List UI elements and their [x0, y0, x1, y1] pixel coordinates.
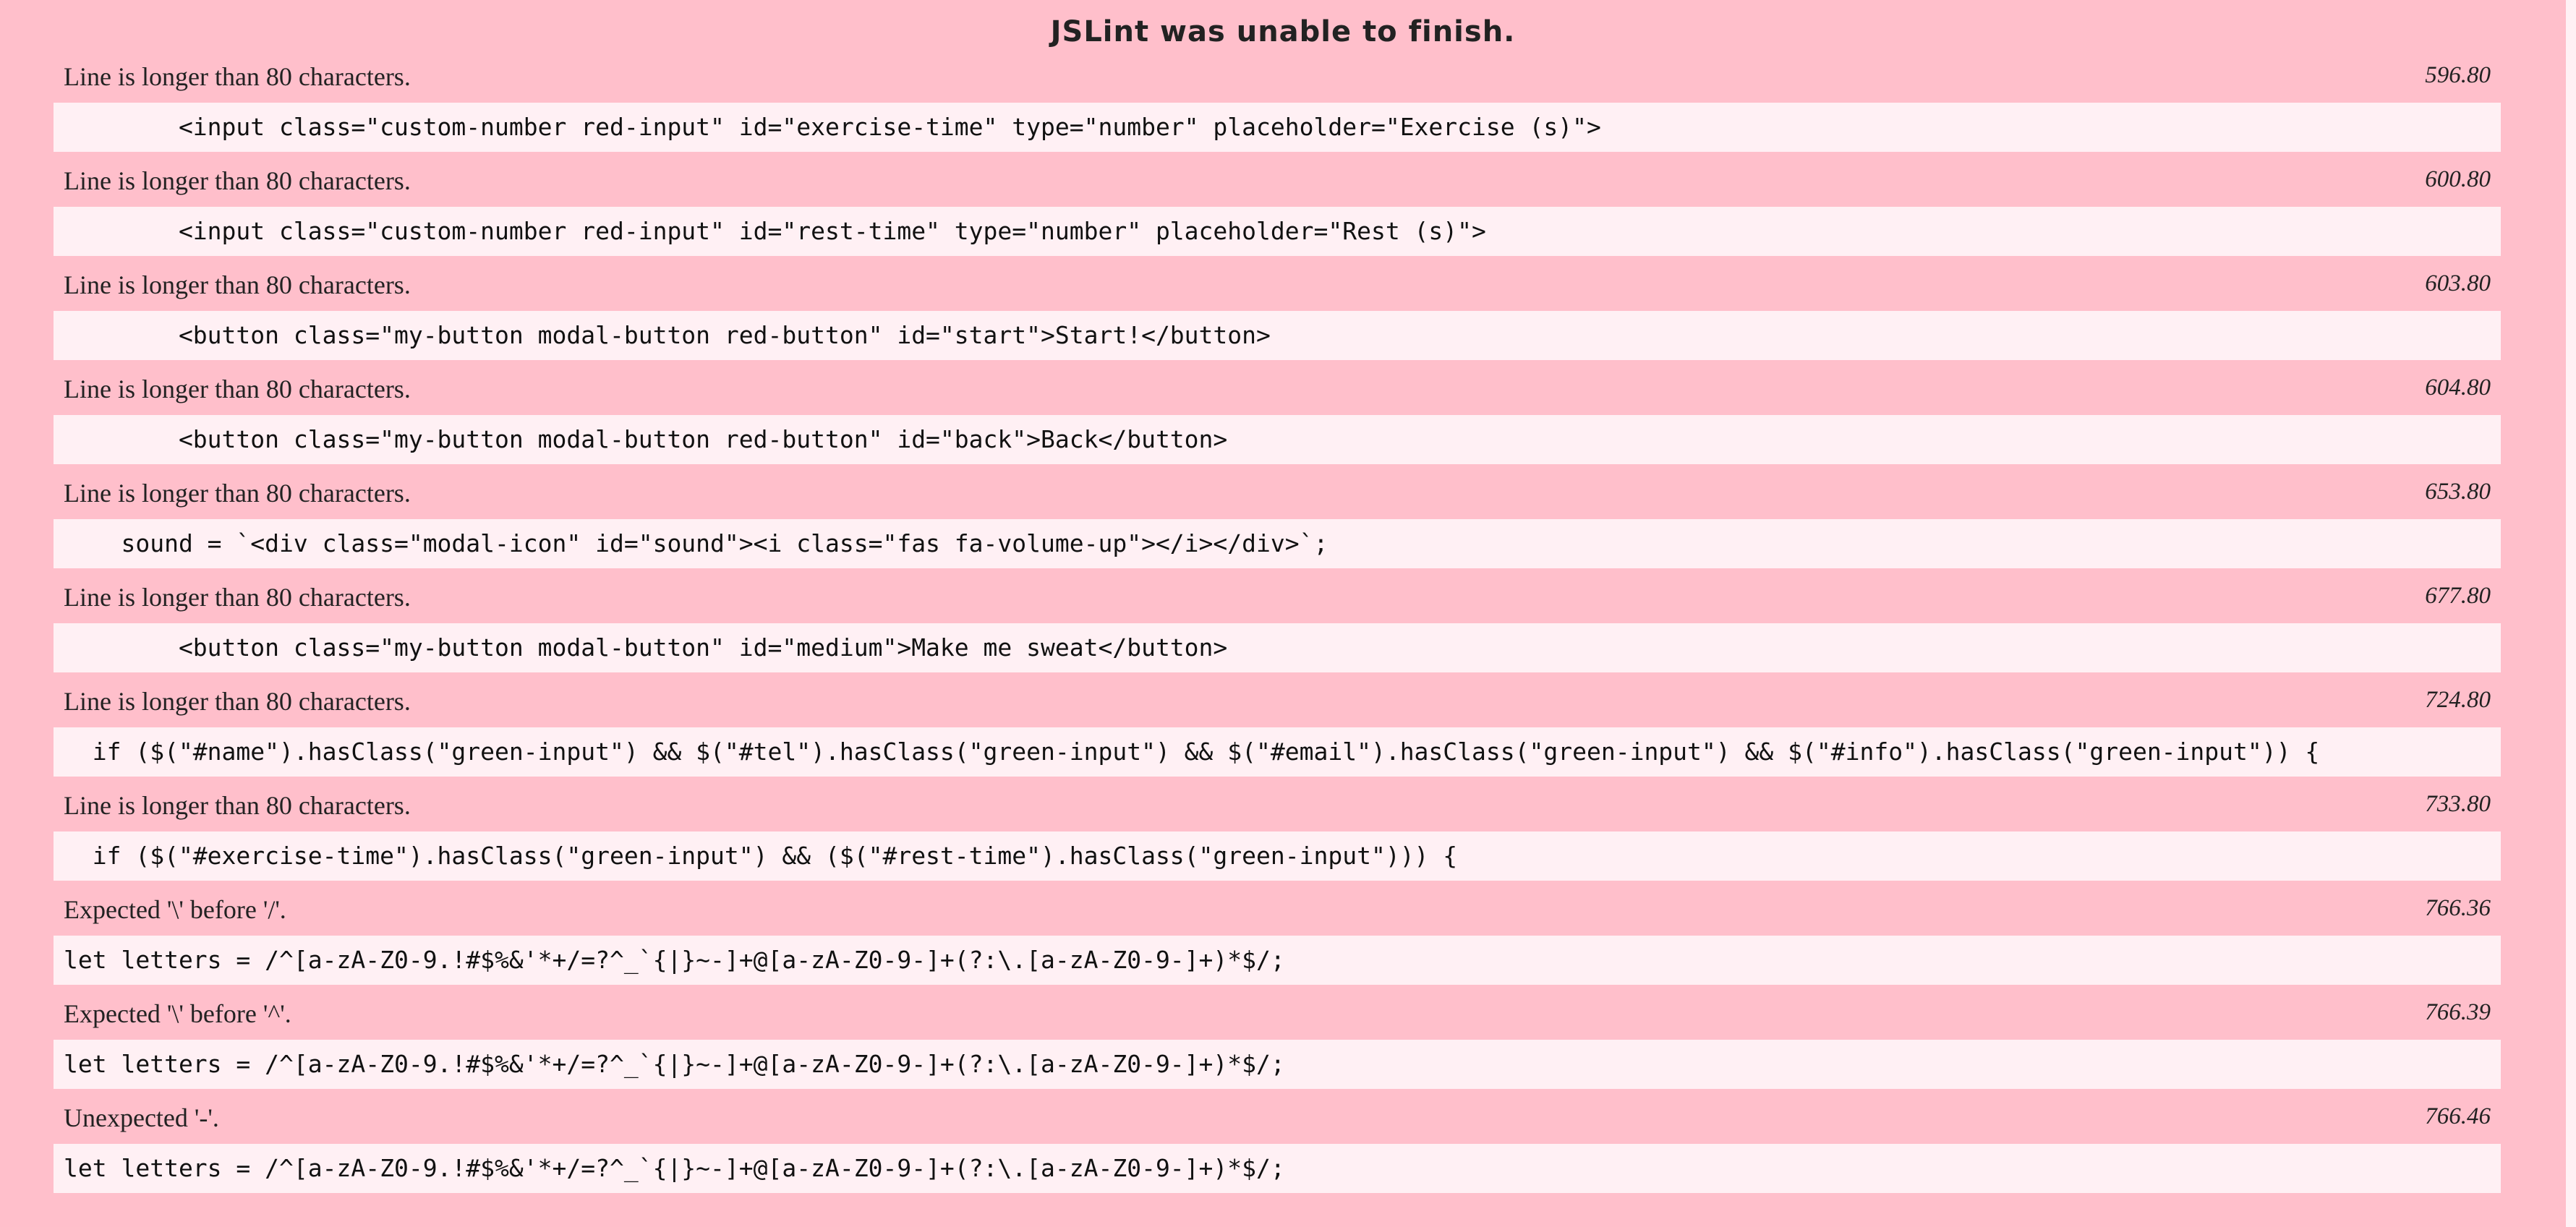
warning-code-text: if ($("#name").hasClass("green-input") &… — [64, 738, 2320, 766]
warning-code-text: <button class="my-button modal-button re… — [64, 321, 1271, 349]
warning-item: Line is longer than 80 characters. 724.8… — [54, 678, 2501, 782]
warning-code-text: <input class="custom-number red-input" i… — [64, 113, 1601, 141]
warning-item: Line is longer than 80 characters. 733.8… — [54, 782, 2501, 886]
warning-location: 604.80 — [2425, 375, 2491, 401]
warning-message: Line is longer than 80 characters. — [64, 62, 411, 91]
warning-header: Line is longer than 80 characters. 603.8… — [54, 262, 2501, 311]
warning-item: Line is longer than 80 characters. 596.8… — [54, 54, 2501, 158]
warning-header: Line is longer than 80 characters. 596.8… — [54, 54, 2501, 103]
warning-header: Expected '\' before '^'. 766.39 — [54, 991, 2501, 1040]
warning-header: Line is longer than 80 characters. 600.8… — [54, 158, 2501, 207]
warning-message: Expected '\' before '/'. — [64, 895, 286, 924]
warning-message: Line is longer than 80 characters. — [64, 791, 411, 820]
warning-code: <button class="my-button modal-button re… — [54, 415, 2501, 464]
warning-location: 766.39 — [2425, 999, 2491, 1025]
warning-code: sound = `<div class="modal-icon" id="sou… — [54, 519, 2501, 568]
warning-item: Line is longer than 80 characters. 603.8… — [54, 262, 2501, 366]
warning-code-text: let letters = /^[a-zA-Z0-9.!#$%&'*+/=?^_… — [64, 1050, 1285, 1078]
warning-item: Line is longer than 80 characters. 604.8… — [54, 366, 2501, 470]
warning-location: 766.36 — [2425, 895, 2491, 921]
report-title: JSLint was unable to finish. — [1050, 15, 1516, 48]
warning-message: Unexpected '-'. — [64, 1103, 219, 1132]
warning-code-text: if ($("#exercise-time").hasClass("green-… — [64, 842, 1458, 870]
warning-code: let letters = /^[a-zA-Z0-9.!#$%&'*+/=?^_… — [54, 1144, 2501, 1193]
warning-code: <input class="custom-number red-input" i… — [54, 103, 2501, 152]
warning-list: Line is longer than 80 characters. 596.8… — [54, 54, 2501, 1199]
warning-item: Line is longer than 80 characters. 600.8… — [54, 158, 2501, 262]
warning-location: 603.80 — [2425, 270, 2491, 296]
warning-item: Line is longer than 80 characters. 677.8… — [54, 574, 2501, 678]
warning-code-text: let letters = /^[a-zA-Z0-9.!#$%&'*+/=?^_… — [64, 1154, 1285, 1182]
warning-location: 724.80 — [2425, 687, 2491, 713]
warning-code-text: <button class="my-button modal-button" i… — [64, 633, 1228, 662]
warning-code-text: <button class="my-button modal-button re… — [64, 425, 1228, 453]
warning-header: Line is longer than 80 characters. 724.8… — [54, 678, 2501, 727]
warning-location: 600.80 — [2425, 166, 2491, 192]
warning-code: <input class="custom-number red-input" i… — [54, 207, 2501, 256]
warning-code: let letters = /^[a-zA-Z0-9.!#$%&'*+/=?^_… — [54, 936, 2501, 985]
warning-code: <button class="my-button modal-button re… — [54, 311, 2501, 360]
warning-code: if ($("#name").hasClass("green-input") &… — [54, 727, 2501, 777]
warning-location: 733.80 — [2425, 791, 2491, 817]
warning-item: Line is longer than 80 characters. 653.8… — [54, 470, 2501, 574]
warning-header: Line is longer than 80 characters. 677.8… — [54, 574, 2501, 623]
warning-code-text: <input class="custom-number red-input" i… — [64, 217, 1486, 245]
warning-message: Expected '\' before '^'. — [64, 999, 291, 1028]
warning-message: Line is longer than 80 characters. — [64, 166, 411, 195]
warning-message: Line is longer than 80 characters. — [64, 270, 411, 299]
warning-header: Line is longer than 80 characters. 604.8… — [54, 366, 2501, 415]
warning-code-text: let letters = /^[a-zA-Z0-9.!#$%&'*+/=?^_… — [64, 946, 1285, 974]
warning-item: Unexpected '-'. 766.46 let letters = /^[… — [54, 1095, 2501, 1199]
jslint-report-panel: JSLint was unable to finish. Line is lon… — [0, 0, 2566, 1227]
warning-message: Line is longer than 80 characters. — [64, 479, 411, 508]
warning-header: Unexpected '-'. 766.46 — [54, 1095, 2501, 1144]
warning-item: Expected '\' before '/'. 766.36 let lett… — [54, 886, 2501, 991]
warning-message: Line is longer than 80 characters. — [64, 375, 411, 403]
warning-location: 766.46 — [2425, 1103, 2491, 1129]
warning-code: if ($("#exercise-time").hasClass("green-… — [54, 831, 2501, 881]
warning-header: Expected '\' before '/'. 766.36 — [54, 886, 2501, 936]
warning-location: 596.80 — [2425, 62, 2491, 88]
warning-location: 653.80 — [2425, 479, 2491, 505]
window-edge — [2566, 0, 2576, 1227]
warning-location: 677.80 — [2425, 583, 2491, 609]
warning-item: Expected '\' before '^'. 766.39 let lett… — [54, 991, 2501, 1095]
warning-message: Line is longer than 80 characters. — [64, 687, 411, 716]
warning-message: Line is longer than 80 characters. — [64, 583, 411, 612]
warning-header: Line is longer than 80 characters. 653.8… — [54, 470, 2501, 519]
warning-code-text: sound = `<div class="modal-icon" id="sou… — [64, 529, 1328, 557]
warning-code: <button class="my-button modal-button" i… — [54, 623, 2501, 672]
warning-header: Line is longer than 80 characters. 733.8… — [54, 782, 2501, 831]
warning-code: let letters = /^[a-zA-Z0-9.!#$%&'*+/=?^_… — [54, 1040, 2501, 1089]
